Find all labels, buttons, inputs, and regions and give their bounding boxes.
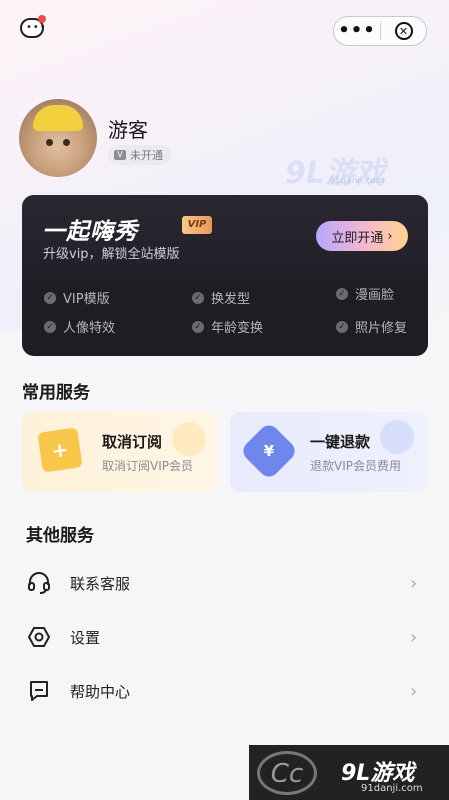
vip-features: ✓ VIP模版 ✓ 换发型 ✓ 漫画脸 ✓ 人像特效 ✓ 年龄变换 ✓ 照片修复: [22, 281, 428, 356]
check-icon: ✓: [44, 320, 56, 333]
list-item-help-center[interactable]: 帮助中心 ›: [0, 664, 449, 718]
check-icon: ✓: [336, 320, 348, 333]
headset-icon: [28, 572, 50, 594]
close-circle-icon: ✕: [394, 22, 413, 40]
feature-item: ✓ 漫画脸: [336, 284, 394, 303]
list-item-contact-support[interactable]: 联系客服 ›: [0, 556, 449, 610]
refund-card[interactable]: ¥ 一键退款 退款VIP会员费用: [230, 412, 427, 492]
other-services-title: 其他服务: [26, 526, 94, 546]
chevron-right-icon: ›: [387, 228, 393, 244]
chevron-right-icon: ›: [410, 680, 418, 702]
close-button[interactable]: ✕: [381, 22, 426, 40]
chevron-right-icon: ›: [410, 626, 418, 648]
vip-card[interactable]: 一起嗨秀 VIP 升级vip，解锁全站模版 立即开通 › ✓ VIP模版 ✓ 换发型 …: [22, 195, 428, 356]
vip-v-icon: V: [114, 150, 126, 160]
status-text: 未开通: [130, 149, 163, 162]
feature-item: ✓ 人像特效: [44, 317, 115, 336]
yen-icon: ¥: [239, 421, 299, 481]
chevron-right-icon: ›: [410, 572, 418, 594]
unread-dot: [38, 15, 46, 23]
check-icon: ✓: [44, 291, 56, 304]
feature-item: ✓ 照片修复: [336, 317, 407, 336]
help-doc-icon: [30, 681, 48, 701]
more-button[interactable]: •••: [334, 22, 380, 40]
feature-item: ✓ VIP模版: [44, 288, 110, 307]
flag-plus-icon: +: [37, 427, 83, 473]
check-icon: ✓: [336, 287, 348, 300]
check-icon: ✓: [192, 291, 204, 304]
watermark-top: 9L游戏 91danji.com: [285, 156, 385, 191]
avatar[interactable]: [19, 99, 97, 177]
check-icon: ✓: [192, 320, 204, 333]
vip-tag: VIP: [182, 216, 212, 234]
feature-item: ✓ 换发型: [192, 288, 250, 307]
vip-title: 一起嗨秀: [42, 219, 138, 245]
status-badge: V 未开通: [108, 145, 171, 165]
watermark-bottom: Cc 9L游戏 91danji.com: [249, 745, 449, 800]
miniapp-capsule: ••• ✕: [333, 16, 427, 46]
feature-item: ✓ 年龄变换: [192, 317, 263, 336]
cancel-subscription-card[interactable]: + 取消订阅 取消订阅VIP会员: [22, 412, 219, 492]
vip-subtitle: 升级vip，解锁全站模版: [43, 247, 180, 262]
open-vip-button[interactable]: 立即开通 ›: [316, 221, 408, 251]
common-services-title: 常用服务: [22, 383, 90, 403]
message-button[interactable]: •••: [18, 14, 48, 42]
username: 游客: [108, 118, 148, 142]
settings-hex-icon: [27, 627, 51, 647]
list-item-settings[interactable]: 设置 ›: [0, 610, 449, 664]
